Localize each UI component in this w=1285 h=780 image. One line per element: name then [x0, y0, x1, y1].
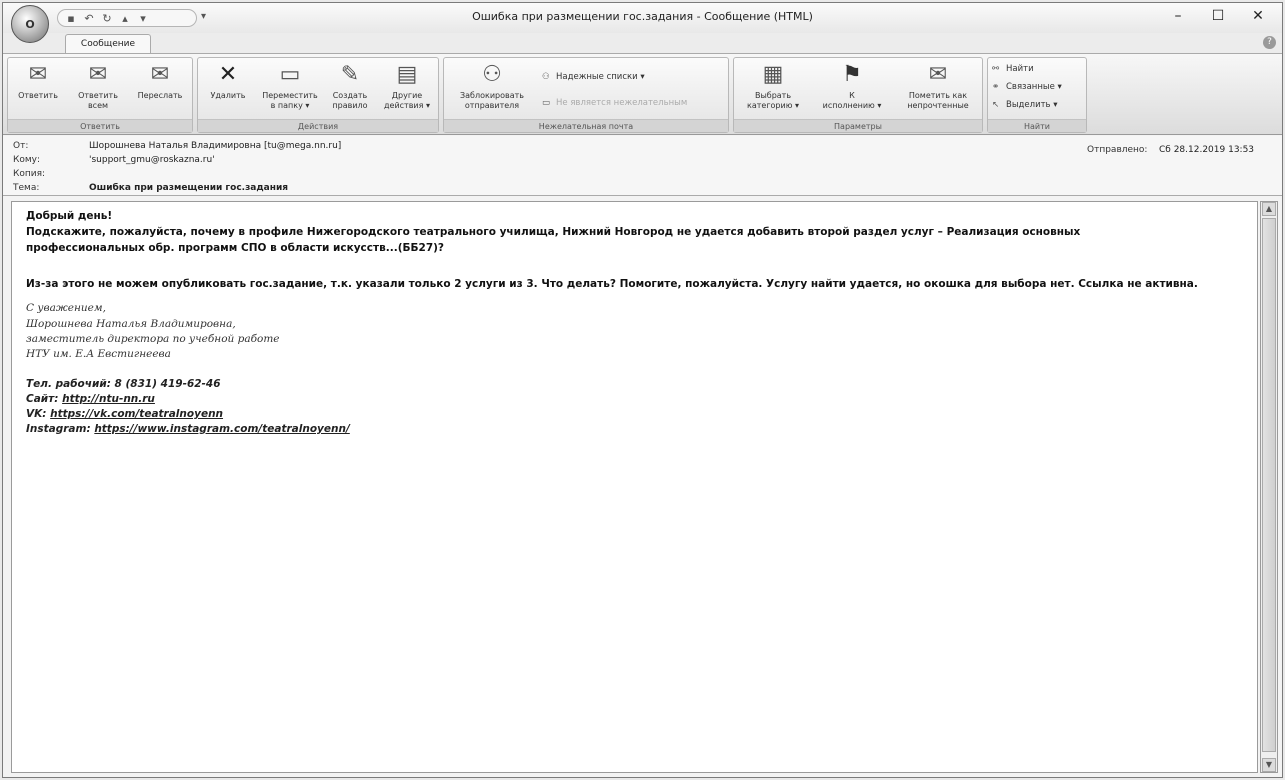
subject-value: Ошибка при размещении гос.задания — [89, 183, 289, 193]
delete-icon: ✕ — [218, 62, 238, 87]
group-options: ▦ Выбрать категорию ▾ ⚑ К исполнению ▾ ✉… — [733, 57, 983, 133]
message-window: Ошибка при размещении гос.задания - Сооб… — [2, 2, 1283, 778]
vertical-scrollbar[interactable]: ▲ ▼ — [1260, 201, 1278, 773]
related-button[interactable]: ⚭ Связанные ▾ — [992, 80, 1062, 94]
ribbon: ✉ Ответить ✉ Ответить всем ✉ Переслать О… — [3, 53, 1282, 135]
phone-text: Тел. рабочий: 8 (831) 419-62-46 — [26, 378, 221, 390]
up-arrow-icon[interactable]: ▴ — [118, 12, 132, 25]
forward-button[interactable]: ✉ Переслать — [130, 62, 190, 120]
signature-line-2: Шорошнева Наталья Владимировна, — [26, 318, 236, 330]
redo-icon[interactable]: ↻ — [100, 12, 114, 25]
group-label-actions: Действия — [198, 119, 438, 132]
sent-value: Сб 28.12.2019 13:53 — [1159, 145, 1255, 155]
save-icon[interactable]: ▪ — [64, 12, 78, 25]
cc-label: Копия: — [13, 169, 46, 179]
reply-all-button[interactable]: ✉ Ответить всем — [70, 62, 126, 120]
signature-line-3: заместитель директора по учебной работе — [26, 333, 280, 345]
message-header: От: Шорошнева Наталья Владимировна [tu@m… — [3, 136, 1282, 196]
office-button[interactable]: O — [11, 5, 49, 43]
sent-label: Отправлено: — [1087, 145, 1148, 155]
create-rule-button[interactable]: ✎ Создать правило — [324, 62, 376, 120]
instagram-link[interactable]: https://www.instagram.com/teatralnoyenn/ — [94, 423, 349, 435]
title-bar: Ошибка при размещении гос.задания - Сооб… — [3, 3, 1282, 33]
to-value[interactable]: 'support_gmu@roskazna.ru' — [89, 155, 215, 165]
body-line-3: Из-за этого не можем опубликовать гос.за… — [26, 278, 1198, 290]
reply-icon: ✉ — [28, 62, 48, 87]
customize-toolbar-icon[interactable]: ▾ — [201, 11, 206, 22]
reply-button[interactable]: ✉ Ответить — [10, 62, 66, 120]
from-label: От: — [13, 141, 29, 151]
tab-message[interactable]: Сообщение — [65, 34, 151, 54]
undo-icon[interactable]: ↶ — [82, 12, 96, 25]
scroll-up-icon[interactable]: ▲ — [1262, 202, 1276, 216]
group-respond: ✉ Ответить ✉ Ответить всем ✉ Переслать О… — [7, 57, 193, 133]
scroll-thumb[interactable] — [1262, 218, 1276, 752]
vk-line: VK: https://vk.com/teatralnoyenn — [26, 408, 224, 420]
select-button[interactable]: ↖ Выделить ▾ — [992, 98, 1058, 112]
safe-lists-icon: ⚇ — [542, 72, 550, 82]
vk-link[interactable]: https://vk.com/teatralnoyenn — [50, 408, 223, 420]
group-junk: ⚇ Заблокировать отправителя ⚇ Надежные сп… — [443, 57, 729, 133]
block-sender-icon: ⚇ — [482, 62, 502, 87]
find-button[interactable]: ⚯ Найти — [992, 62, 1034, 76]
block-sender-button[interactable]: ⚇ Заблокировать отправителя — [448, 62, 536, 120]
not-junk-button[interactable]: ▭ Не является нежелательным — [542, 96, 687, 110]
related-icon: ⚭ — [992, 82, 1000, 92]
from-value[interactable]: Шорошнева Наталья Владимировна [tu@mega.… — [89, 141, 341, 151]
down-arrow-icon[interactable]: ▾ — [136, 12, 150, 25]
delete-button[interactable]: ✕ Удалить — [202, 62, 254, 120]
categorize-button[interactable]: ▦ Выбрать категорию ▾ — [738, 62, 808, 120]
categorize-icon: ▦ — [762, 62, 784, 87]
follow-up-button[interactable]: ⚑ К исполнению ▾ — [812, 62, 892, 120]
greeting-text: Добрый день! — [26, 210, 113, 222]
group-label-options: Параметры — [734, 119, 982, 132]
other-actions-icon: ▤ — [396, 62, 418, 87]
mark-unread-button[interactable]: ✉ Пометить как непрочтенные — [896, 62, 980, 120]
site-link[interactable]: http://ntu-nn.ru — [62, 393, 155, 405]
signature-line-1: С уважением, — [26, 302, 106, 314]
group-label-find: Найти — [988, 119, 1086, 132]
reply-all-icon: ✉ — [88, 62, 108, 87]
safe-lists-button[interactable]: ⚇ Надежные списки ▾ — [542, 70, 645, 84]
help-icon[interactable]: ? — [1263, 36, 1276, 49]
flag-icon: ⚑ — [842, 62, 862, 87]
binoculars-icon: ⚯ — [992, 64, 1000, 74]
close-button[interactable]: ✕ — [1243, 8, 1273, 24]
group-find: ⚯ Найти ⚭ Связанные ▾ ↖ Выделить ▾ Найти — [987, 57, 1087, 133]
body-line-1: Подскажите, пожалуйста, почему в профиле… — [26, 226, 1081, 238]
move-to-folder-button[interactable]: ▭ Переместить в папку ▾ — [258, 62, 322, 120]
select-icon: ↖ — [992, 100, 1000, 110]
mark-unread-icon: ✉ — [928, 62, 948, 87]
minimize-button[interactable]: – — [1163, 8, 1193, 24]
site-line: Сайт: http://ntu-nn.ru — [26, 393, 155, 405]
to-label: Кому: — [13, 155, 41, 165]
folder-move-icon: ▭ — [279, 62, 301, 87]
body-line-2: профессиональных обр. программ СПО в обл… — [26, 242, 445, 254]
forward-icon: ✉ — [150, 62, 170, 87]
signature-line-4: НТУ им. Е.А Евстигнеева — [26, 348, 171, 360]
scroll-down-icon[interactable]: ▼ — [1262, 758, 1276, 772]
rule-icon: ✎ — [340, 62, 360, 87]
group-label-junk: Нежелательная почта — [444, 119, 728, 132]
subject-label: Тема: — [13, 183, 40, 193]
not-junk-icon: ▭ — [542, 98, 551, 108]
group-label-respond: Ответить — [8, 119, 192, 132]
ribbon-tab-row: Сообщение ? — [3, 33, 1282, 54]
message-body[interactable]: Добрый день! Подскажите, пожалуйста, поч… — [11, 201, 1258, 773]
maximize-button[interactable]: ☐ — [1203, 8, 1233, 24]
other-actions-button[interactable]: ▤ Другие действия ▾ — [378, 62, 436, 120]
instagram-line: Instagram: https://www.instagram.com/tea… — [26, 423, 350, 435]
quick-access-toolbar: ▪ ↶ ↻ ▴ ▾ — [57, 9, 197, 27]
group-actions: ✕ Удалить ▭ Переместить в папку ▾ ✎ Созд… — [197, 57, 439, 133]
